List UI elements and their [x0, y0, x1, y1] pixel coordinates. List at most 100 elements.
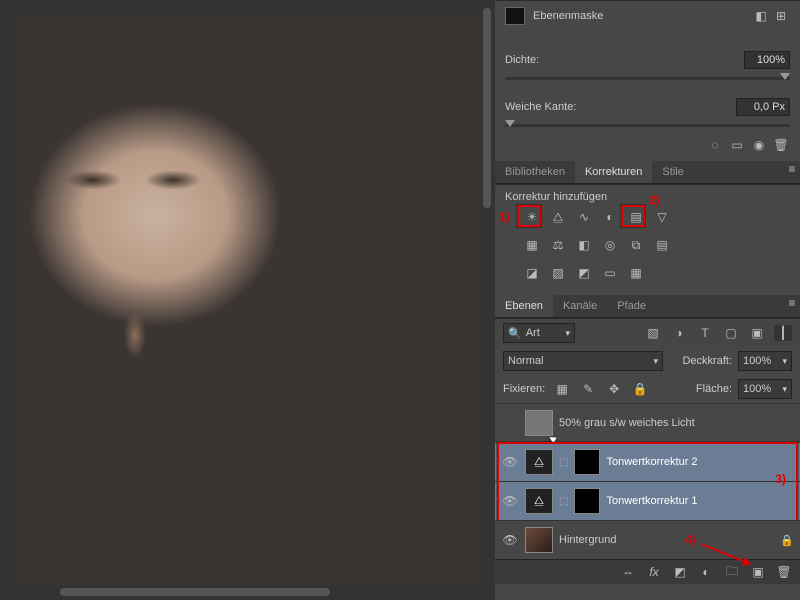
feather-slider[interactable]: [505, 124, 790, 127]
tab-styles[interactable]: Stile: [652, 161, 693, 183]
panel-menu-icon[interactable]: ≡: [782, 161, 800, 177]
brightness-contrast-icon[interactable]: ☀: [521, 207, 543, 227]
visibility-toggle[interactable]: 👁: [501, 455, 519, 469]
mask-thumbnail[interactable]: [574, 449, 600, 475]
annotation-1: 1): [499, 210, 510, 224]
mask-thumbnail[interactable]: [574, 488, 600, 514]
filter-smart-icon[interactable]: ▣: [748, 325, 766, 341]
annotation-3: 3): [775, 472, 786, 486]
fill-select[interactable]: 100%: [738, 379, 792, 399]
dropdown-arrow-icon[interactable]: ▽: [651, 207, 673, 227]
posterize-icon[interactable]: ▨: [547, 263, 569, 283]
adjustments-panel: Korrektur hinzufügen 1) ☀ ⧋ ∿ ◐ 2) ▤ ▽ ▦…: [495, 184, 800, 295]
threshold-icon[interactable]: ◩: [573, 263, 595, 283]
delete-layer-icon[interactable]: 🗑: [776, 564, 792, 580]
tab-paths[interactable]: Pfade: [607, 295, 656, 317]
hue-sat-icon[interactable]: ▦: [521, 235, 543, 255]
filter-shape-icon[interactable]: ▢: [722, 325, 740, 341]
new-adjustment-icon[interactable]: ◐: [698, 564, 714, 580]
selective-color-icon[interactable]: ▦: [625, 263, 647, 283]
add-mask-icon[interactable]: ◩: [672, 564, 688, 580]
feather-input[interactable]: [736, 98, 790, 116]
tab-channels[interactable]: Kanäle: [553, 295, 607, 317]
mask-type-label: Ebenenmaske: [533, 10, 603, 22]
new-group-icon[interactable]: 🗀: [724, 564, 740, 580]
layer-name[interactable]: Tonwertkorrektur 1: [606, 495, 697, 507]
layer-row[interactable]: 👁 Hintergrund 4) 🔒: [495, 520, 800, 559]
layer-row[interactable]: 👁 ⧋ ⬚ Tonwertkorrektur 1: [495, 481, 800, 520]
filter-type-icon[interactable]: T: [696, 325, 714, 341]
layer-thumbnail[interactable]: [525, 527, 553, 553]
filter-toggle-icon[interactable]: ┃: [774, 325, 792, 341]
add-adjustment-label: Korrektur hinzufügen: [495, 185, 800, 205]
density-label: Dichte:: [505, 54, 539, 66]
layers-tabs: Ebenen Kanäle Pfade ≡: [495, 295, 800, 318]
exposure-icon[interactable]: ◐: [599, 207, 621, 227]
lock-icon[interactable]: 🔒: [780, 534, 794, 547]
density-input[interactable]: [744, 51, 790, 69]
lock-transparency-icon[interactable]: ▦: [553, 381, 571, 397]
link-icon[interactable]: ⬚: [559, 496, 568, 507]
mask-thumbnail[interactable]: [505, 7, 525, 25]
vertical-scrollbar[interactable]: [483, 8, 491, 208]
channel-mixer-icon[interactable]: ⧉: [625, 235, 647, 255]
opacity-value: 100%: [743, 355, 771, 367]
mask-add-icon[interactable]: ⊞: [772, 8, 790, 24]
photo-portrait: [15, 15, 480, 585]
layer-row[interactable]: 👁 ⧋ ⬚ Tonwertkorrektur 2: [495, 442, 800, 481]
vibrance-icon[interactable]: ▤: [625, 207, 647, 227]
color-balance-icon[interactable]: ⚖: [547, 235, 569, 255]
layer-thumbnail[interactable]: [525, 410, 553, 436]
layer-fx-icon[interactable]: fx: [646, 564, 662, 580]
mask-view-icon[interactable]: ◧: [752, 8, 770, 24]
density-slider[interactable]: [505, 77, 790, 80]
fill-label: Fläche:: [696, 383, 732, 395]
invert-mask-icon[interactable]: ▭: [728, 137, 746, 153]
adjustment-thumbnail[interactable]: ⧋: [525, 449, 553, 475]
layer-filter-kind[interactable]: 🔍Art: [503, 323, 575, 343]
gradient-map-icon[interactable]: ▭: [599, 263, 621, 283]
bw-icon[interactable]: ◧: [573, 235, 595, 255]
delete-mask-icon[interactable]: 🗑: [772, 137, 790, 153]
feather-label: Weiche Kante:: [505, 101, 576, 113]
tab-layers[interactable]: Ebenen: [495, 295, 553, 317]
visibility-toggle[interactable]: 👁: [501, 533, 519, 547]
layers-footer: ⇔ fx ◩ ◐ 🗀 ▣ 🗑: [495, 559, 800, 584]
tab-libraries[interactable]: Bibliotheken: [495, 161, 575, 183]
color-lookup-icon[interactable]: ▤: [651, 235, 673, 255]
tab-adjustments[interactable]: Korrekturen: [575, 161, 652, 183]
lock-all-icon[interactable]: 🔒: [631, 381, 649, 397]
layer-name[interactable]: 50% grau s/w weiches Licht: [559, 417, 695, 429]
filter-kind-label: Art: [526, 327, 540, 339]
lock-position-icon[interactable]: ✥: [605, 381, 623, 397]
link-layers-icon[interactable]: ⇔: [620, 564, 636, 580]
mask-from-selection-icon[interactable]: ◌: [706, 137, 724, 153]
visibility-toggle[interactable]: 👁: [501, 494, 519, 508]
layer-row[interactable]: 50% grau s/w weiches Licht: [495, 403, 800, 442]
filter-pixel-icon[interactable]: ▧: [644, 325, 662, 341]
opacity-select[interactable]: 100%: [738, 351, 792, 371]
lock-pixels-icon[interactable]: ✎: [579, 381, 597, 397]
properties-panel: Ebenenmaske ◧ ⊞ Dichte: Weiche Kante: ◌ …: [495, 0, 800, 161]
layer-name[interactable]: Tonwertkorrektur 2: [606, 456, 697, 468]
levels-icon[interactable]: ⧋: [547, 207, 569, 227]
layers-panel: 🔍Art ▧ ◑ T ▢ ▣ ┃ Normal Deckkraft: 100% …: [495, 318, 800, 600]
link-icon[interactable]: ⬚: [559, 457, 568, 468]
disable-mask-icon[interactable]: ◉: [750, 137, 768, 153]
adjustment-thumbnail[interactable]: ⧋: [525, 488, 553, 514]
adjustments-tabs: Bibliotheken Korrekturen Stile ≡: [495, 161, 800, 184]
layer-name[interactable]: Hintergrund: [559, 534, 616, 546]
opacity-label: Deckkraft:: [682, 355, 732, 367]
fill-value: 100%: [743, 383, 771, 395]
lock-label: Fixieren:: [503, 383, 545, 395]
horizontal-scrollbar[interactable]: [60, 588, 330, 596]
invert-icon[interactable]: ◪: [521, 263, 543, 283]
layers-menu-icon[interactable]: ≡: [782, 295, 800, 311]
new-layer-icon[interactable]: ▣: [750, 564, 766, 580]
right-panels: Ebenenmaske ◧ ⊞ Dichte: Weiche Kante: ◌ …: [495, 0, 800, 600]
curves-icon[interactable]: ∿: [573, 207, 595, 227]
document-canvas[interactable]: [0, 0, 495, 600]
photo-filter-icon[interactable]: ◎: [599, 235, 621, 255]
blend-mode-select[interactable]: Normal: [503, 351, 663, 371]
filter-adjust-icon[interactable]: ◑: [670, 325, 688, 341]
